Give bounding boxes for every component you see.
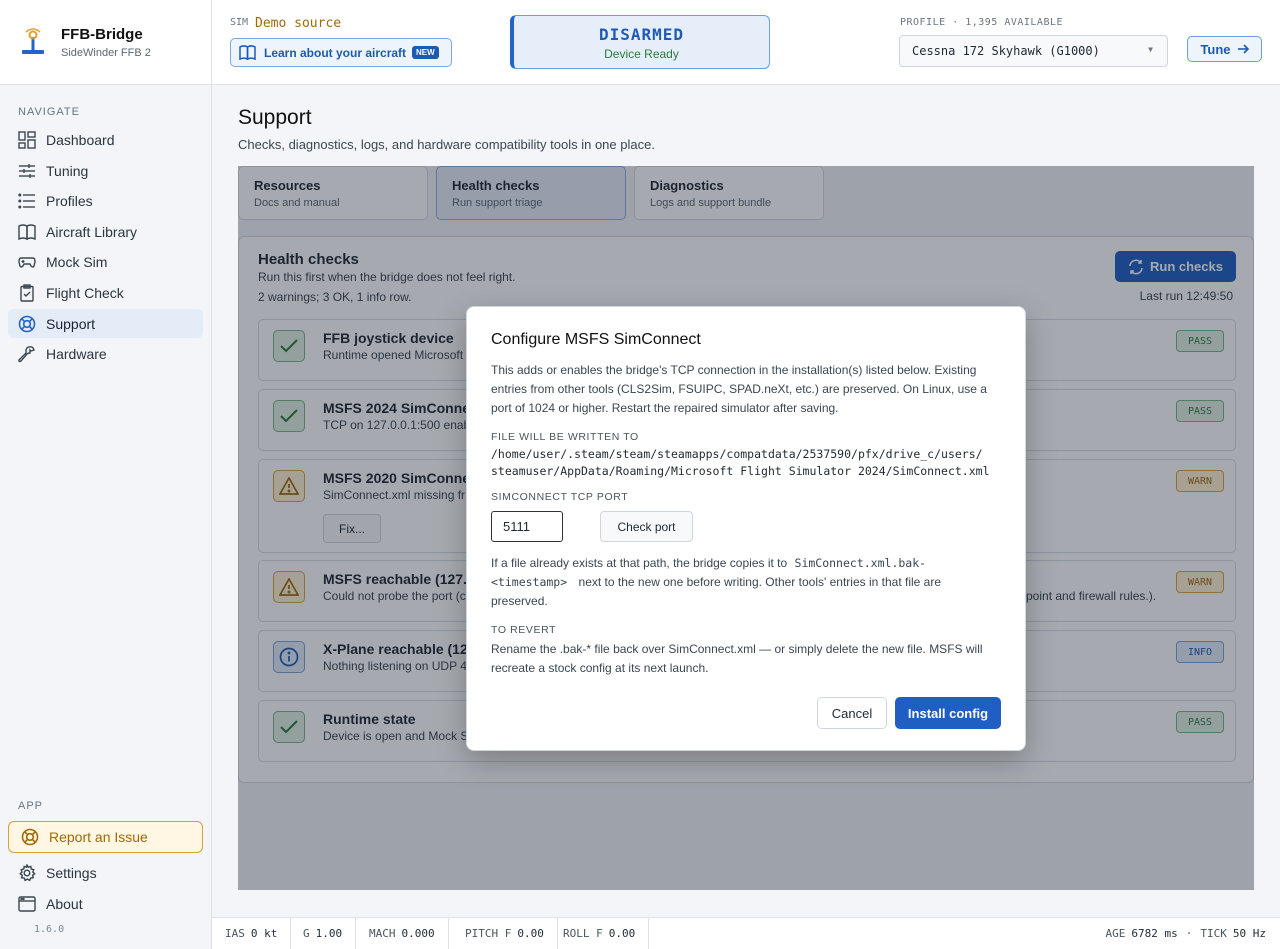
top-header: SIM Demo source Learn about your aircraf…	[212, 0, 1280, 85]
sidebar-item-label: Tuning	[46, 162, 89, 179]
lifebuoy-icon	[21, 828, 39, 846]
sliders-icon	[18, 162, 36, 180]
sidebar-item-flight-check[interactable]: Flight Check	[8, 278, 203, 307]
caret-down-icon: ▼	[1148, 45, 1153, 54]
profile-label: PROFILE · 1,395 AVAILABLE	[900, 17, 1064, 28]
sidebar-item-about[interactable]: About	[8, 889, 203, 918]
cancel-button[interactable]: Cancel	[817, 697, 887, 729]
tune-button[interactable]: Tune	[1187, 36, 1262, 62]
profile-select[interactable]: Cessna 172 Skyhawk (G1000) ▼	[899, 35, 1168, 67]
app-name: FFB-Bridge	[61, 25, 143, 43]
gear-icon	[18, 863, 36, 882]
dialog-body: This adds or enables the bridge's TCP co…	[491, 363, 987, 415]
device-status: Device Ready	[604, 47, 679, 61]
sidebar-item-label: Flight Check	[46, 284, 124, 301]
sim-source: Demo source	[255, 16, 342, 31]
file-path: /home/user/.steam/steam/steamapps/compat…	[491, 446, 1011, 480]
sidebar-item-aircraft-library[interactable]: Aircraft Library	[8, 217, 203, 246]
pitch-readout: PITCH F 0.00	[452, 918, 558, 949]
list-icon	[18, 192, 36, 210]
roll-readout: ROLL F 0.00	[550, 918, 650, 949]
revert-label: TO REVERT	[491, 624, 557, 636]
backup-note: If a file already exists at that path, t…	[491, 556, 942, 608]
port-label: SIMCONNECT TCP PORT	[491, 491, 629, 503]
dashboard-icon	[18, 130, 36, 149]
navigate-section-label: NAVIGATE	[18, 106, 80, 118]
status-bar: IAS 0 kt G 1.00 MACH 0.000 PITCH F 0.00 ROLL…	[212, 917, 1280, 949]
window-icon	[18, 895, 36, 913]
sidebar-item-label: Aircraft Library	[46, 223, 138, 240]
arm-status-indicator: DISARMED Device Ready	[510, 15, 770, 69]
file-path-line: /home/user/.steam/steam/steamapps/compat…	[491, 447, 983, 461]
app-version: 1.6.0	[34, 924, 65, 935]
report-issue-label: Report an Issue	[49, 829, 148, 845]
joystick-logo-icon	[20, 28, 46, 56]
lifebuoy-icon	[18, 315, 36, 333]
new-badge: NEW	[412, 46, 439, 59]
report-issue-button[interactable]: Report an Issue	[8, 821, 203, 853]
install-config-button[interactable]: Install config	[895, 697, 1001, 729]
sidebar-item-settings[interactable]: Settings	[8, 858, 203, 887]
sidebar-item-label: Profiles	[46, 192, 93, 209]
gamepad-icon	[18, 253, 36, 271]
timing-readout: AGE 6782 ms · TICK 50 Hz	[1105, 927, 1266, 940]
page-subtitle: Checks, diagnostics, logs, and hardware …	[238, 137, 655, 152]
sidebar-item-dashboard[interactable]: Dashboard	[8, 125, 203, 154]
check-port-button[interactable]: Check port	[600, 511, 693, 542]
revert-text: Rename the .bak-* file back over SimConn…	[491, 642, 983, 675]
sidebar-item-label: About	[46, 895, 83, 912]
learn-aircraft-button[interactable]: Learn about your aircraft NEW	[230, 38, 452, 67]
sim-label: SIM	[230, 17, 249, 28]
sidebar-item-mock-sim[interactable]: Mock Sim	[8, 247, 203, 276]
sidebar-item-support[interactable]: Support	[8, 309, 203, 338]
sidebar-item-hardware[interactable]: Hardware	[8, 339, 203, 368]
clipboard-check-icon	[18, 283, 36, 302]
file-path-line: steamuser/AppData/Roaming/Microsoft Flig…	[491, 464, 990, 478]
sidebar-item-tuning[interactable]: Tuning	[8, 156, 203, 185]
configure-simconnect-dialog: Configure MSFS SimConnect This adds or e…	[466, 306, 1026, 751]
sidebar-item-profiles[interactable]: Profiles	[8, 186, 203, 215]
device-name: SideWinder FFB 2	[61, 46, 151, 59]
mach-readout: MACH 0.000	[356, 918, 449, 949]
dialog-title: Configure MSFS SimConnect	[491, 331, 701, 348]
brand: FFB-Bridge SideWinder FFB 2	[0, 0, 211, 85]
g-readout: G 1.00	[290, 918, 357, 949]
sidebar-item-label: Dashboard	[46, 131, 115, 148]
file-path-label: FILE WILL BE WRITTEN TO	[491, 431, 639, 443]
sidebar: FFB-Bridge SideWinder FFB 2 NAVIGATE Das…	[0, 0, 212, 949]
book-icon	[18, 223, 36, 241]
sidebar-item-label: Mock Sim	[46, 253, 108, 270]
sidebar-item-label: Hardware	[46, 345, 107, 362]
page-title: Support	[238, 106, 312, 129]
ias-readout: IAS 0 kt	[212, 918, 292, 949]
sidebar-item-label: Support	[46, 315, 96, 332]
arrow-right-icon	[1237, 43, 1249, 55]
book-icon	[239, 45, 256, 60]
app-section-label: APP	[18, 800, 44, 812]
learn-aircraft-label: Learn about your aircraft	[264, 45, 407, 60]
tune-label: Tune	[1200, 41, 1231, 57]
sidebar-item-label: Settings	[46, 864, 97, 881]
arm-status: DISARMED	[598, 25, 685, 44]
port-input[interactable]: 5111	[491, 511, 563, 542]
wrench-icon	[18, 345, 36, 363]
profile-selected-value: Cessna 172 Skyhawk (G1000)	[912, 44, 1100, 58]
